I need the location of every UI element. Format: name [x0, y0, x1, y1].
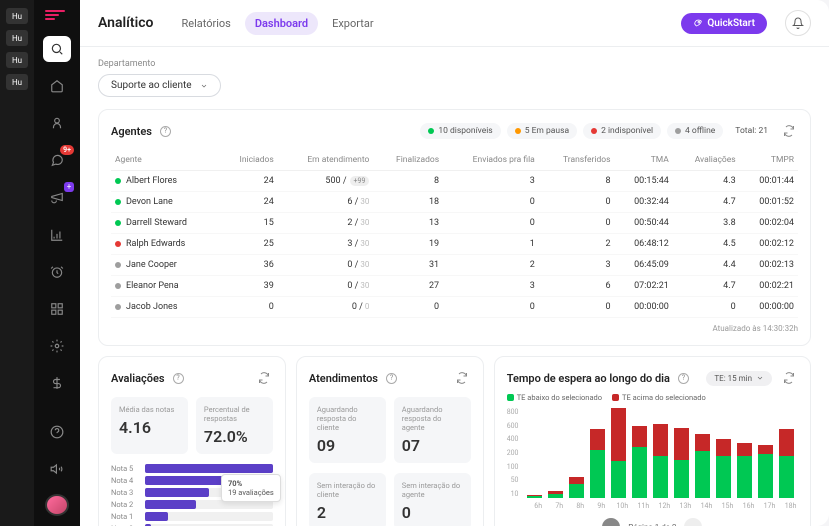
chevron-down-icon — [756, 374, 764, 382]
bar-row: Nota 470%19 avaliações — [111, 476, 273, 485]
kpi-pct: Percentual de respostas72.0% — [196, 397, 273, 454]
info-icon[interactable]: ? — [386, 373, 397, 384]
ratings-title: Avaliações — [111, 372, 165, 385]
kpi-noint-client: Sem interação do cliente2 — [309, 473, 386, 526]
department-label: Departamento — [98, 59, 811, 69]
kpi-noint-agent: Sem interação do agente0 — [394, 473, 471, 526]
tab-exportar[interactable]: Exportar — [322, 12, 383, 35]
sidebar: 9+ + — [34, 0, 80, 526]
rail-badge[interactable]: Hu — [6, 52, 28, 68]
table-row[interactable]: Eleanor Pena 390 / 3027 3607:02:214.700:… — [111, 276, 798, 297]
stacked-bar — [716, 439, 731, 498]
stacked-bar — [632, 426, 647, 498]
ratings-card: Avaliações ? Média das notas4.16 Percent… — [98, 356, 286, 526]
topbar: Analítico Relatórios Dashboard Exportar … — [80, 0, 829, 47]
status-unavailable: 2 indisponível — [583, 123, 661, 139]
info-icon[interactable]: ? — [173, 373, 184, 384]
stacked-bar — [569, 477, 584, 498]
stacked-bar — [695, 434, 710, 498]
ratings-chart: Nota 5Nota 470%19 avaliaçõesNota 3Nota 2… — [111, 464, 273, 526]
te-select[interactable]: TE: 15 min — [706, 371, 772, 386]
table-row[interactable]: Devon Lane 246 / 3018 0000:32:444.700:01… — [111, 192, 798, 213]
stacked-bar — [653, 424, 668, 498]
rail-badge[interactable]: Hu — [6, 30, 28, 46]
bar-row: Nota 1 — [111, 512, 273, 521]
tab-relatorios[interactable]: Relatórios — [171, 12, 240, 35]
left-rail: Hu Hu Hu Hu — [0, 0, 34, 526]
y-axis: 8006004002001005010 — [507, 408, 523, 498]
atendimentos-title: Atendimentos — [309, 372, 378, 385]
espera-card: Tempo de espera ao longo do dia ? TE: 15… — [494, 356, 811, 526]
chart-icon[interactable] — [43, 222, 71, 247]
stacked-bar — [527, 495, 542, 498]
settings-icon[interactable] — [43, 333, 71, 358]
alarm-icon[interactable] — [43, 259, 71, 284]
volume-icon[interactable] — [43, 457, 71, 482]
department-select[interactable]: Suporte ao cliente — [98, 74, 221, 97]
avatar[interactable] — [45, 494, 69, 516]
kpi-await-client: Aguardando resposta do cliente09 — [309, 397, 386, 463]
rail-badge[interactable]: Hu — [6, 74, 28, 90]
agents-card: Agentes ? 10 disponíveis 5 Em pausa 2 in… — [98, 109, 811, 346]
status-available: 10 disponíveis — [420, 123, 500, 139]
agents-title: Agentes — [111, 125, 152, 138]
table-row[interactable]: Jane Cooper 360 / 3031 2306:45:094.400:0… — [111, 255, 798, 276]
status-offline: 4 offline — [667, 123, 723, 139]
table-row[interactable]: Ralph Edwards 253 / 3019 1206:48:124.500… — [111, 234, 798, 255]
chevron-down-icon — [200, 82, 208, 90]
refresh-icon[interactable] — [255, 369, 273, 387]
refresh-icon[interactable] — [453, 369, 471, 387]
chat-icon[interactable]: 9+ — [43, 148, 71, 173]
tabs: Relatórios Dashboard Exportar — [171, 12, 383, 35]
stacked-bar — [737, 443, 752, 498]
content: Departamento Suporte ao cliente Agentes … — [80, 47, 829, 526]
stacked-bar — [611, 408, 626, 498]
agents-total: Total: 21 — [729, 126, 774, 136]
espera-legend: TE abaixo do selecionado TE acima do sel… — [507, 393, 798, 402]
stacked-bar — [590, 429, 605, 498]
stacked-bar — [674, 428, 689, 498]
stacked-chart — [523, 408, 799, 498]
table-row[interactable]: Albert Flores 24500 /+998 3800:15:444.30… — [111, 171, 798, 192]
megaphone-icon[interactable]: + — [43, 185, 71, 210]
grid-icon[interactable] — [43, 296, 71, 321]
user-icon[interactable] — [43, 111, 71, 136]
x-axis: 6h7h8h9h10h11h12h13h14h15h16h17h18h — [507, 502, 798, 510]
dollar-icon[interactable] — [43, 371, 71, 396]
bell-icon[interactable] — [785, 10, 811, 36]
main: Analítico Relatórios Dashboard Exportar … — [80, 0, 829, 526]
kpi-await-agent: Aguardando resposta do agente07 — [394, 397, 471, 463]
rail-badge[interactable]: Hu — [6, 8, 28, 24]
refresh-icon[interactable] — [780, 369, 798, 387]
next-button[interactable]: › — [684, 518, 702, 526]
table-row[interactable]: Jacob Jones 00 / 00 0000:00:00000:00:00 — [111, 297, 798, 318]
pager: ‹ Página 1 de 2 › — [507, 518, 798, 526]
info-icon[interactable]: ? — [678, 373, 689, 384]
quickstart-label: QuickStart — [707, 18, 755, 29]
atendimentos-card: Atendimentos ? Aguardando resposta do cl… — [296, 356, 484, 526]
info-icon[interactable]: ? — [160, 126, 171, 137]
prev-button[interactable]: ‹ — [602, 518, 620, 526]
status-paused: 5 Em pausa — [507, 123, 577, 139]
help-icon[interactable] — [43, 420, 71, 445]
stacked-bar — [758, 445, 773, 498]
tab-dashboard[interactable]: Dashboard — [245, 12, 318, 35]
search-icon[interactable] — [43, 36, 71, 61]
quickstart-button[interactable]: QuickStart — [681, 13, 767, 34]
stacked-bar — [779, 429, 794, 498]
stacked-bar — [548, 491, 563, 498]
kpi-avg: Média das notas4.16 — [111, 397, 188, 454]
refresh-icon[interactable] — [780, 122, 798, 140]
espera-title: Tempo de espera ao longo do dia — [507, 372, 670, 385]
agents-table: Agente Iniciados Em atendimento Finaliza… — [111, 150, 798, 318]
table-row[interactable]: Darrell Steward 152 / 3013 0000:50:443.8… — [111, 213, 798, 234]
agents-updated: Atualizado às 14:30:32h — [111, 324, 798, 333]
page-title: Analítico — [98, 15, 153, 31]
bar-row: Nota 5 — [111, 464, 273, 473]
home-icon[interactable] — [43, 74, 71, 99]
logo-icon — [45, 10, 69, 24]
